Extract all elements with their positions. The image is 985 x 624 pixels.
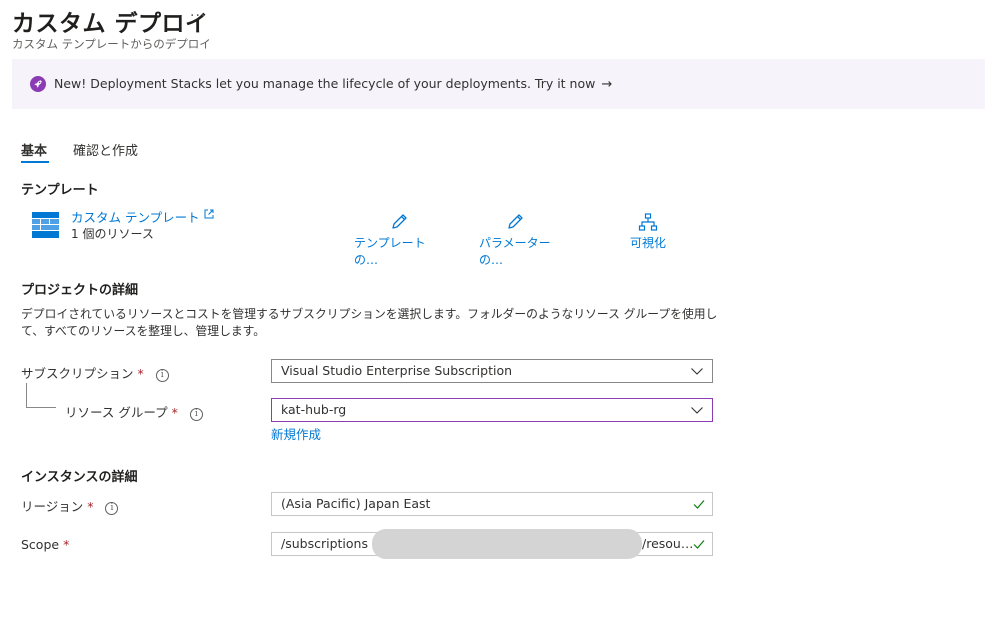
resource-group-label-text: リソース グループ — [65, 405, 168, 420]
edit-parameters-label: パラメーターの… — [479, 236, 551, 267]
pencil-icon — [392, 214, 407, 229]
tab-review-create[interactable]: 確認と作成 — [73, 140, 138, 159]
tree-connector-vertical — [26, 383, 27, 408]
deployment-stacks-banner[interactable]: New! Deployment Stacks let you manage th… — [12, 59, 985, 109]
banner-message: New! Deployment Stacks let you manage th… — [54, 76, 596, 91]
checkmark-icon — [693, 540, 705, 549]
create-new-link[interactable]: 新規作成 — [271, 424, 321, 443]
more-options-button[interactable]: ··· — [190, 8, 206, 24]
visualize-button[interactable]: 可視化 — [622, 212, 674, 251]
template-icon — [31, 211, 60, 239]
template-section-title: テンプレート — [21, 183, 99, 198]
scope-value-start: /subscriptions — [281, 536, 368, 551]
page-title: カスタム デプロイ — [12, 11, 209, 37]
resource-count: 1 個のリソース — [71, 227, 154, 241]
scope-value-end: /resou… — [642, 536, 694, 551]
region-label-text: リージョン — [21, 499, 84, 514]
project-details-title: プロジェクトの詳細 — [21, 283, 139, 298]
required-marker: * — [63, 537, 70, 552]
redacted-region — [372, 529, 642, 559]
tab-basics[interactable]: 基本 — [21, 140, 47, 159]
arrow-right-icon: → — [601, 77, 613, 92]
project-details-description: デプロイされているリソースとコストを管理するサブスクリプションを選択します。フォ… — [21, 307, 718, 338]
checkmark-icon — [693, 500, 705, 509]
edit-parameters-button[interactable]: パラメーターの… — [479, 212, 569, 268]
external-link-icon — [204, 209, 214, 219]
rocket-icon — [30, 76, 46, 92]
hierarchy-icon — [638, 213, 658, 231]
edit-template-label: テンプレートの… — [354, 236, 426, 267]
scope-input[interactable]: /subscriptions /resou… — [271, 529, 713, 559]
resource-group-dropdown[interactable]: kat-hub-rg — [271, 398, 713, 422]
custom-template-link[interactable]: カスタム テンプレート — [71, 207, 214, 226]
scope-label: Scope * — [21, 537, 69, 552]
scope-label-text: Scope — [21, 537, 60, 552]
required-marker: * — [137, 366, 144, 381]
subscription-dropdown[interactable]: Visual Studio Enterprise Subscription — [271, 359, 713, 383]
region-label: リージョン * i — [21, 496, 119, 515]
required-marker: * — [171, 405, 178, 420]
chevron-down-icon — [691, 368, 703, 375]
subscription-value: Visual Studio Enterprise Subscription — [281, 363, 513, 378]
custom-template-link-label: カスタム テンプレート — [71, 210, 200, 225]
visualize-label: 可視化 — [629, 236, 666, 250]
tree-connector-horizontal — [26, 407, 56, 408]
resource-group-label: リソース グループ * i — [65, 402, 203, 421]
pencil-icon — [508, 214, 523, 229]
info-icon[interactable]: i — [105, 502, 119, 515]
subscription-label-text: サブスクリプション — [21, 366, 134, 381]
chevron-down-icon — [691, 407, 703, 414]
region-dropdown[interactable]: (Asia Pacific) Japan East — [271, 492, 713, 516]
resource-group-value: kat-hub-rg — [281, 402, 347, 417]
info-icon[interactable]: i — [189, 408, 203, 421]
banner-text[interactable]: New! Deployment Stacks let you manage th… — [54, 76, 612, 92]
edit-template-button[interactable]: テンプレートの… — [354, 212, 444, 268]
region-value: (Asia Pacific) Japan East — [281, 496, 431, 511]
instance-details-title: インスタンスの詳細 — [21, 470, 138, 485]
info-icon[interactable]: i — [155, 369, 169, 382]
page-subtitle: カスタム テンプレートからのデプロイ — [12, 37, 211, 51]
required-marker: * — [87, 499, 94, 514]
subscription-label: サブスクリプション * i — [21, 363, 169, 382]
tab-active-indicator — [21, 161, 49, 163]
